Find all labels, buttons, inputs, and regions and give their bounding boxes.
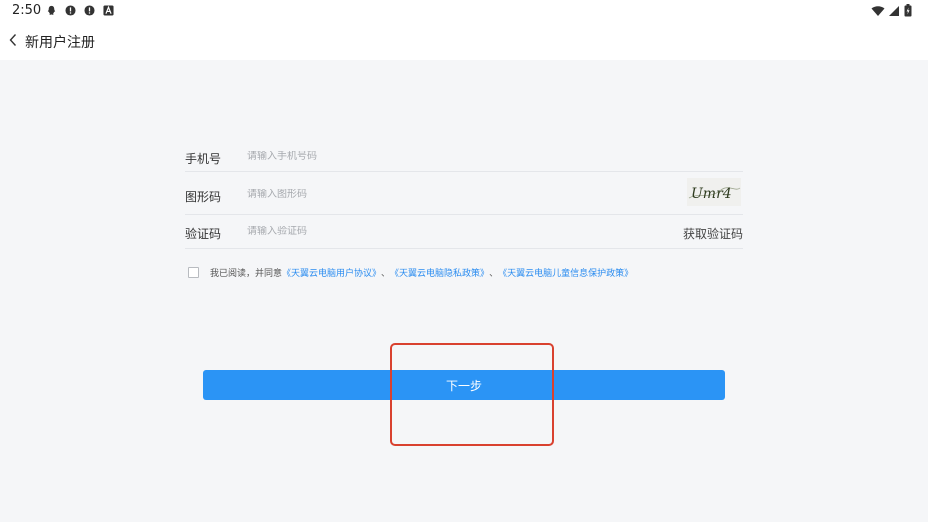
alert-icon bbox=[65, 5, 76, 16]
status-icons-right bbox=[871, 4, 912, 17]
page-title: 新用户注册 bbox=[25, 35, 95, 51]
privacy-policy-link[interactable]: 《天翼云电脑隐私政策》 bbox=[390, 266, 489, 279]
get-code-button[interactable]: 获取验证码 bbox=[683, 225, 743, 242]
agreement-row: 我已阅读，并同意 《天翼云电脑用户协议》 、 《天翼云电脑隐私政策》 、 《天翼… bbox=[188, 266, 633, 279]
phone-row: 手机号 bbox=[185, 145, 743, 172]
sms-code-input[interactable] bbox=[247, 226, 547, 237]
captcha-row: 图形码 Umr4 bbox=[185, 171, 743, 215]
back-button[interactable] bbox=[4, 30, 22, 50]
agree-checkbox[interactable] bbox=[188, 267, 199, 278]
status-icons-left bbox=[46, 5, 114, 16]
battery-icon bbox=[904, 4, 912, 17]
next-step-label: 下一步 bbox=[445, 378, 482, 393]
captcha-label: 图形码 bbox=[185, 190, 222, 204]
captcha-text: Umr4 bbox=[691, 186, 732, 202]
agreement-separator: 、 bbox=[489, 269, 499, 279]
agreement-prefix: 我已阅读，并同意 bbox=[210, 269, 283, 279]
user-agreement-link[interactable]: 《天翼云电脑用户协议》 bbox=[282, 266, 381, 279]
phone-input[interactable] bbox=[247, 151, 547, 162]
child-privacy-policy-link[interactable]: 《天翼云电脑儿童信息保护政策》 bbox=[498, 266, 633, 279]
captcha-image[interactable]: Umr4 bbox=[687, 178, 741, 206]
chevron-left-icon bbox=[9, 34, 17, 46]
status-time: 2:50 bbox=[12, 3, 42, 18]
alert-icon bbox=[84, 5, 95, 16]
phone-label: 手机号 bbox=[185, 152, 222, 166]
next-step-button[interactable]: 下一步 bbox=[203, 370, 725, 400]
font-a-icon bbox=[103, 5, 114, 16]
sms-code-row: 验证码 获取验证码 bbox=[185, 214, 743, 249]
status-bar: 2:50 bbox=[0, 0, 928, 22]
qq-icon bbox=[47, 5, 56, 15]
sms-code-label: 验证码 bbox=[185, 227, 222, 241]
wifi-icon bbox=[871, 5, 885, 16]
app-bar: 新用户注册 bbox=[0, 22, 928, 60]
signal-icon bbox=[889, 5, 899, 16]
captcha-input[interactable] bbox=[247, 189, 547, 200]
agreement-separator: 、 bbox=[381, 269, 391, 279]
registration-content: 手机号 图形码 Umr4 验证码 获取验证码 我已阅读，并同意 《天翼云电脑用户… bbox=[0, 60, 928, 522]
